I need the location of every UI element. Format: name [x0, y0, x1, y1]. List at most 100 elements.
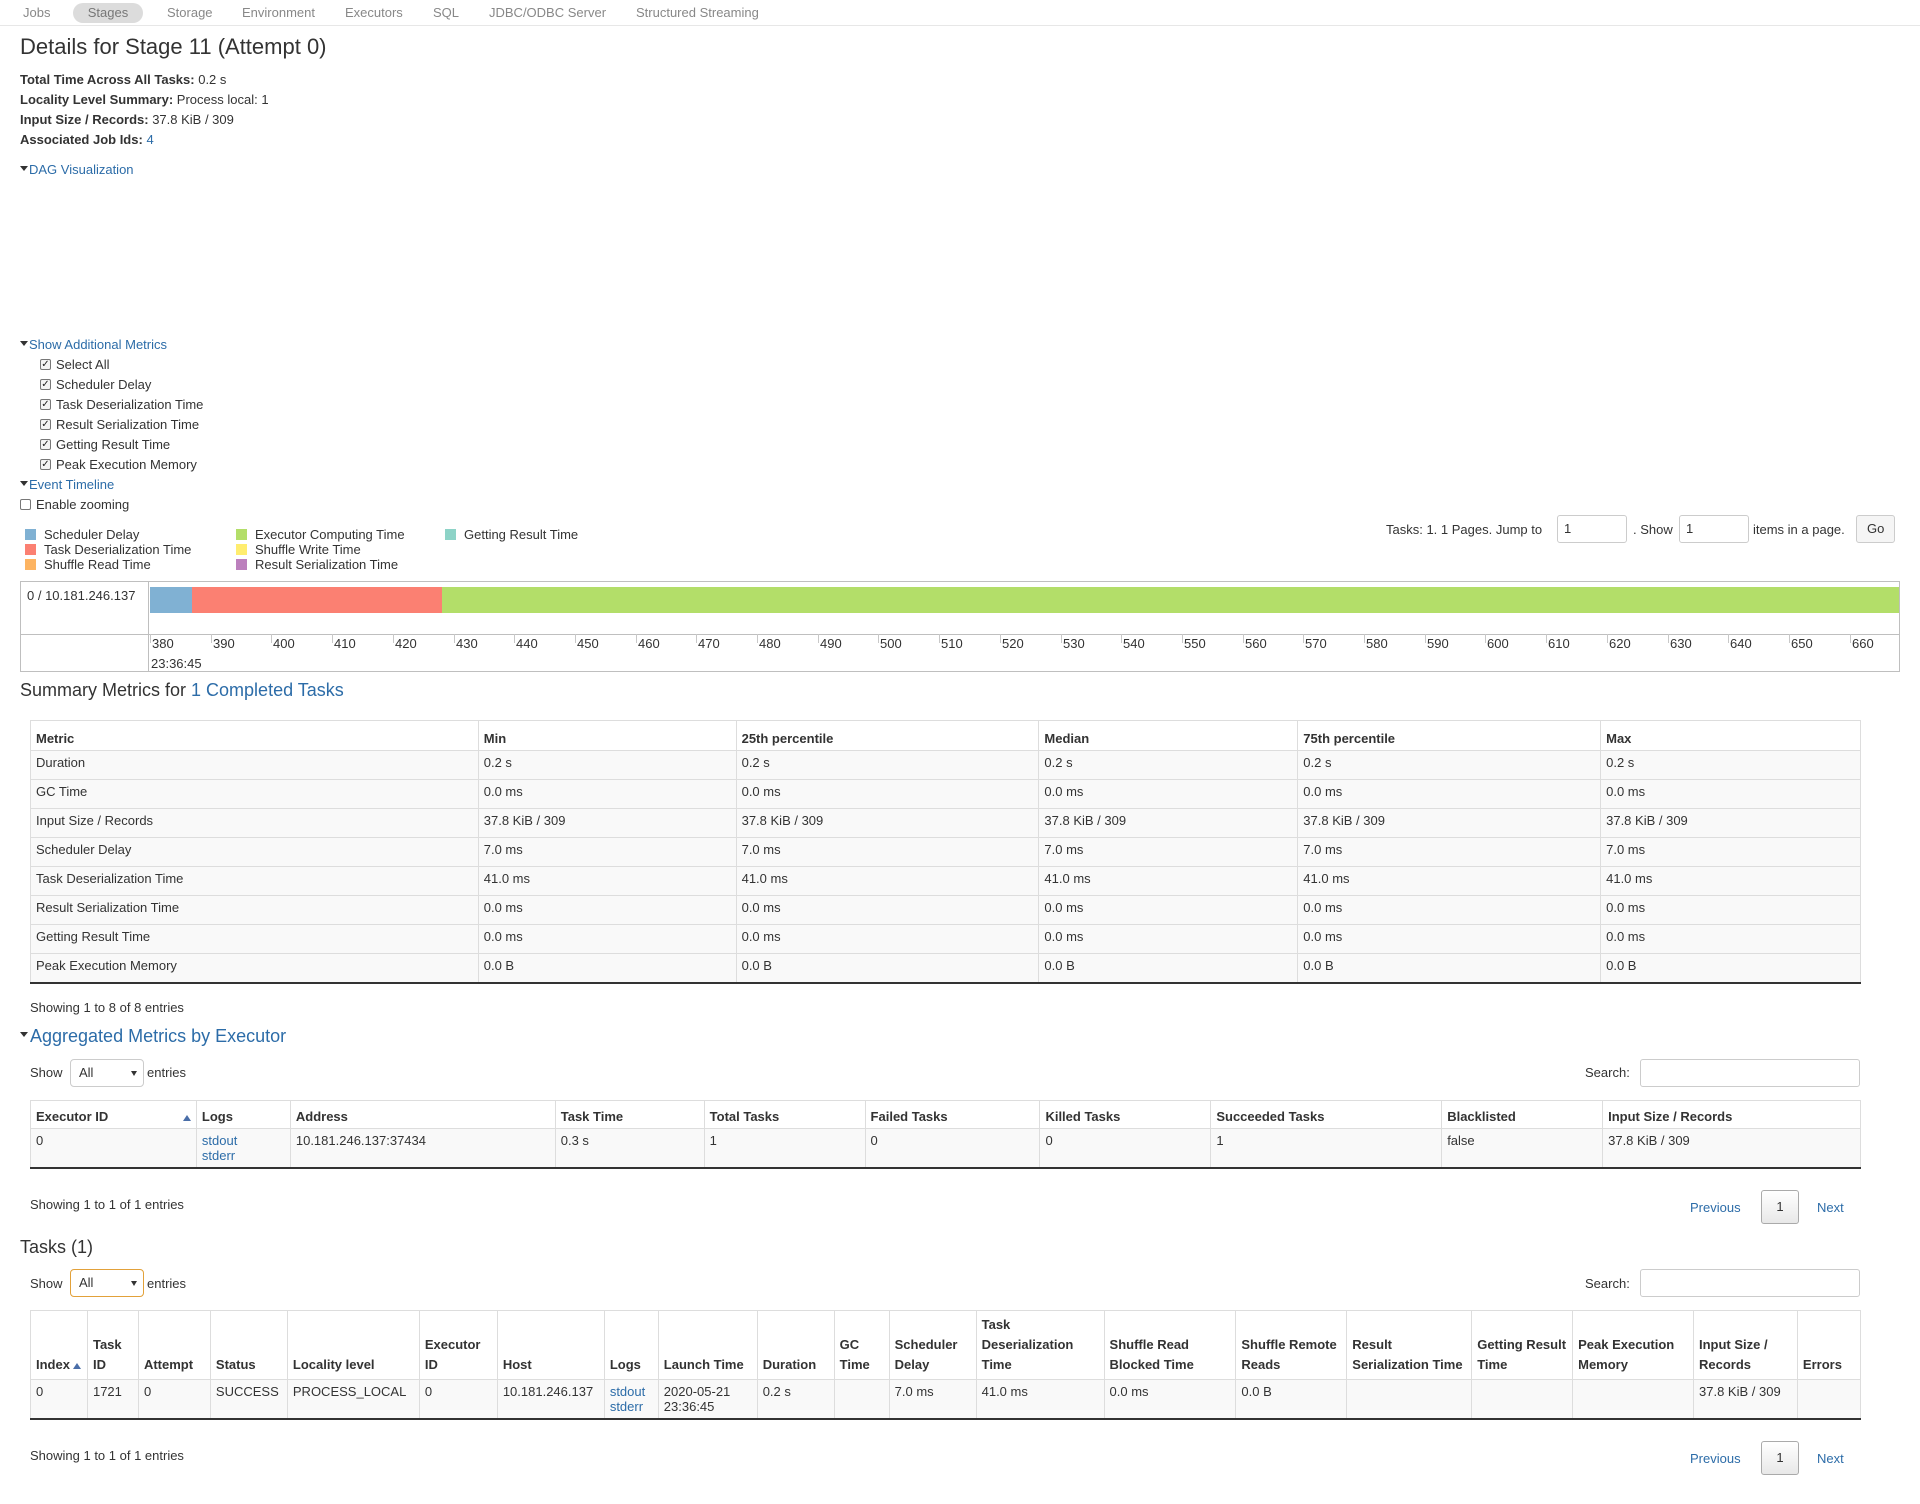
column-header[interactable]: Errors	[1796, 1310, 1861, 1380]
show-label: Show	[30, 1276, 63, 1291]
go-button[interactable]: Go	[1856, 515, 1896, 543]
column-header[interactable]: Peak Execution Memory	[1572, 1310, 1694, 1380]
column-header[interactable]: Max	[1600, 720, 1861, 751]
completed-tasks-link[interactable]: 1 Completed Tasks	[191, 680, 344, 700]
column-header[interactable]: Logs	[195, 1100, 291, 1129]
table-row: GC Time 0.0 ms 0.0 ms 0.0 ms 0.0 ms 0.0 ms	[30, 779, 1861, 809]
column-header[interactable]: Duration	[756, 1310, 835, 1380]
items-in-page-text: items in a page.	[1753, 522, 1845, 537]
column-header[interactable]: Executor ID	[31, 1101, 197, 1129]
column-header[interactable]: Shuffle Remote Reads	[1235, 1310, 1347, 1380]
stdout-link[interactable]: stdout	[202, 1133, 237, 1148]
aggregated-page-size-select[interactable]: All	[70, 1059, 144, 1087]
axis-tick-label: 630	[1670, 636, 1692, 651]
stdout-link[interactable]: stdout	[610, 1384, 645, 1399]
tasks-search-input[interactable]	[1640, 1269, 1860, 1297]
table-cell: Scheduler Delay	[30, 837, 479, 867]
bar-executor-computing[interactable]	[442, 587, 1899, 613]
bar-task-deserialization[interactable]	[192, 587, 442, 613]
caret-down-icon[interactable]	[20, 1031, 28, 1037]
axis-tick	[332, 634, 333, 643]
axis-tick	[1303, 634, 1304, 643]
axis-tick	[1728, 634, 1729, 643]
column-header[interactable]: Locality level	[286, 1310, 420, 1380]
checkbox-peak-memory[interactable]: ✓ Peak Execution Memory	[40, 457, 197, 473]
checkbox-label: Select All	[56, 357, 110, 372]
column-header[interactable]: Median	[1038, 720, 1298, 751]
column-header[interactable]: Task Time	[554, 1100, 705, 1129]
column-header[interactable]: Attempt	[137, 1310, 211, 1380]
column-header[interactable]: Killed Tasks	[1039, 1100, 1211, 1129]
tasks-page-size-select[interactable]: All	[70, 1269, 144, 1297]
checked-icon: ✓	[40, 419, 51, 431]
next-page-button[interactable]: Next	[1817, 1451, 1844, 1466]
column-header[interactable]: Failed Tasks	[864, 1100, 1040, 1129]
column-header[interactable]: Task ID	[86, 1310, 139, 1380]
next-page-button[interactable]: Next	[1817, 1200, 1844, 1215]
checkbox-task-deserialization[interactable]: ✓ Task Deserialization Time	[40, 397, 203, 413]
page-size-input[interactable]: 1	[1679, 515, 1749, 543]
column-header[interactable]: Shuffle Read Blocked Time	[1103, 1310, 1236, 1380]
column-header[interactable]: 75th percentile	[1297, 720, 1601, 751]
nav-sql[interactable]: SQL	[433, 3, 459, 23]
dag-visualization-toggle[interactable]: DAG Visualization	[20, 162, 134, 177]
column-header[interactable]: Address	[289, 1100, 556, 1129]
page-1-button[interactable]: 1	[1761, 1441, 1799, 1475]
legend-label: Shuffle Write Time	[255, 542, 361, 557]
stderr-link[interactable]: stderr	[610, 1399, 643, 1414]
column-header[interactable]: Index	[31, 1311, 88, 1380]
nav-executors[interactable]: Executors	[345, 3, 403, 23]
axis-tick	[393, 634, 394, 643]
nav-jdbc-odbc-server[interactable]: JDBC/ODBC Server	[489, 3, 606, 23]
page-1-button[interactable]: 1	[1761, 1190, 1799, 1224]
previous-page-button[interactable]: Previous	[1690, 1451, 1741, 1466]
column-header[interactable]: Total Tasks	[703, 1100, 866, 1129]
column-header[interactable]: 25th percentile	[735, 720, 1039, 751]
nav-jobs[interactable]: Jobs	[23, 3, 50, 23]
checkbox-label: Result Serialization Time	[56, 417, 200, 432]
cell-shuffle-remote-reads: 0.0 B	[1235, 1379, 1347, 1419]
column-header[interactable]: Getting Result Time	[1471, 1310, 1573, 1380]
previous-page-button[interactable]: Previous	[1690, 1200, 1741, 1215]
checkbox-result-serialization[interactable]: ✓ Result Serialization Time	[40, 417, 199, 433]
column-header[interactable]: Input Size / Records	[1693, 1310, 1798, 1380]
column-header-label: Executor ID	[424, 1337, 481, 1372]
nav-storage[interactable]: Storage	[167, 3, 213, 23]
column-header[interactable]: Input Size / Records	[1602, 1100, 1861, 1129]
legend-shuffle-write: Shuffle Write Time	[236, 542, 361, 557]
tasks-table: Index Task ID Attempt Status Locality level E…	[30, 1310, 1861, 1420]
aggregated-search-input[interactable]	[1640, 1059, 1860, 1087]
checkbox-getting-result[interactable]: ✓ Getting Result Time	[40, 437, 170, 453]
column-header[interactable]: Min	[477, 720, 737, 751]
column-header[interactable]: Result Serialization Time	[1346, 1310, 1472, 1380]
column-header[interactable]: Host	[496, 1310, 605, 1380]
column-header[interactable]: Scheduler Delay	[888, 1310, 977, 1380]
column-header[interactable]: Succeeded Tasks	[1210, 1100, 1442, 1129]
aggregated-metrics-heading[interactable]: Aggregated Metrics by Executor	[30, 1026, 286, 1047]
column-header[interactable]: Status	[209, 1310, 288, 1380]
column-header[interactable]: Blacklisted	[1441, 1100, 1603, 1129]
axis-tick	[696, 634, 697, 643]
column-header[interactable]: Executor ID	[418, 1310, 498, 1380]
column-header[interactable]: Metric	[31, 721, 479, 751]
column-header[interactable]: GC Time	[833, 1310, 890, 1380]
column-header[interactable]: Launch Time	[657, 1310, 758, 1380]
event-timeline[interactable]: 0 / 10.181.246.137 380 390 400 410 420 430 440…	[20, 581, 1900, 672]
jump-to-page-input[interactable]: 1	[1557, 515, 1627, 543]
nav-stages[interactable]: Stages	[73, 3, 143, 23]
event-timeline-toggle[interactable]: Event Timeline	[20, 477, 114, 492]
table-cell: 7.0 ms	[1297, 837, 1601, 867]
nav-environment[interactable]: Environment	[242, 3, 315, 23]
nav-structured-streaming[interactable]: Structured Streaming	[636, 3, 759, 23]
checkbox-select-all[interactable]: ✓ Select All	[40, 357, 109, 373]
axis-tick-label: 390	[213, 636, 235, 651]
sort-ascending-icon	[182, 1115, 191, 1121]
job-id-link[interactable]: 4	[146, 132, 153, 147]
additional-metrics-toggle[interactable]: Show Additional Metrics	[20, 337, 167, 352]
column-header[interactable]: Logs	[603, 1310, 659, 1380]
bar-scheduler-delay[interactable]	[150, 587, 192, 613]
checkbox-enable-zooming[interactable]: Enable zooming	[20, 497, 129, 513]
stderr-link[interactable]: stderr	[202, 1148, 235, 1163]
column-header[interactable]: Task Deserialization Time	[975, 1310, 1105, 1380]
checkbox-scheduler-delay[interactable]: ✓ Scheduler Delay	[40, 377, 151, 393]
